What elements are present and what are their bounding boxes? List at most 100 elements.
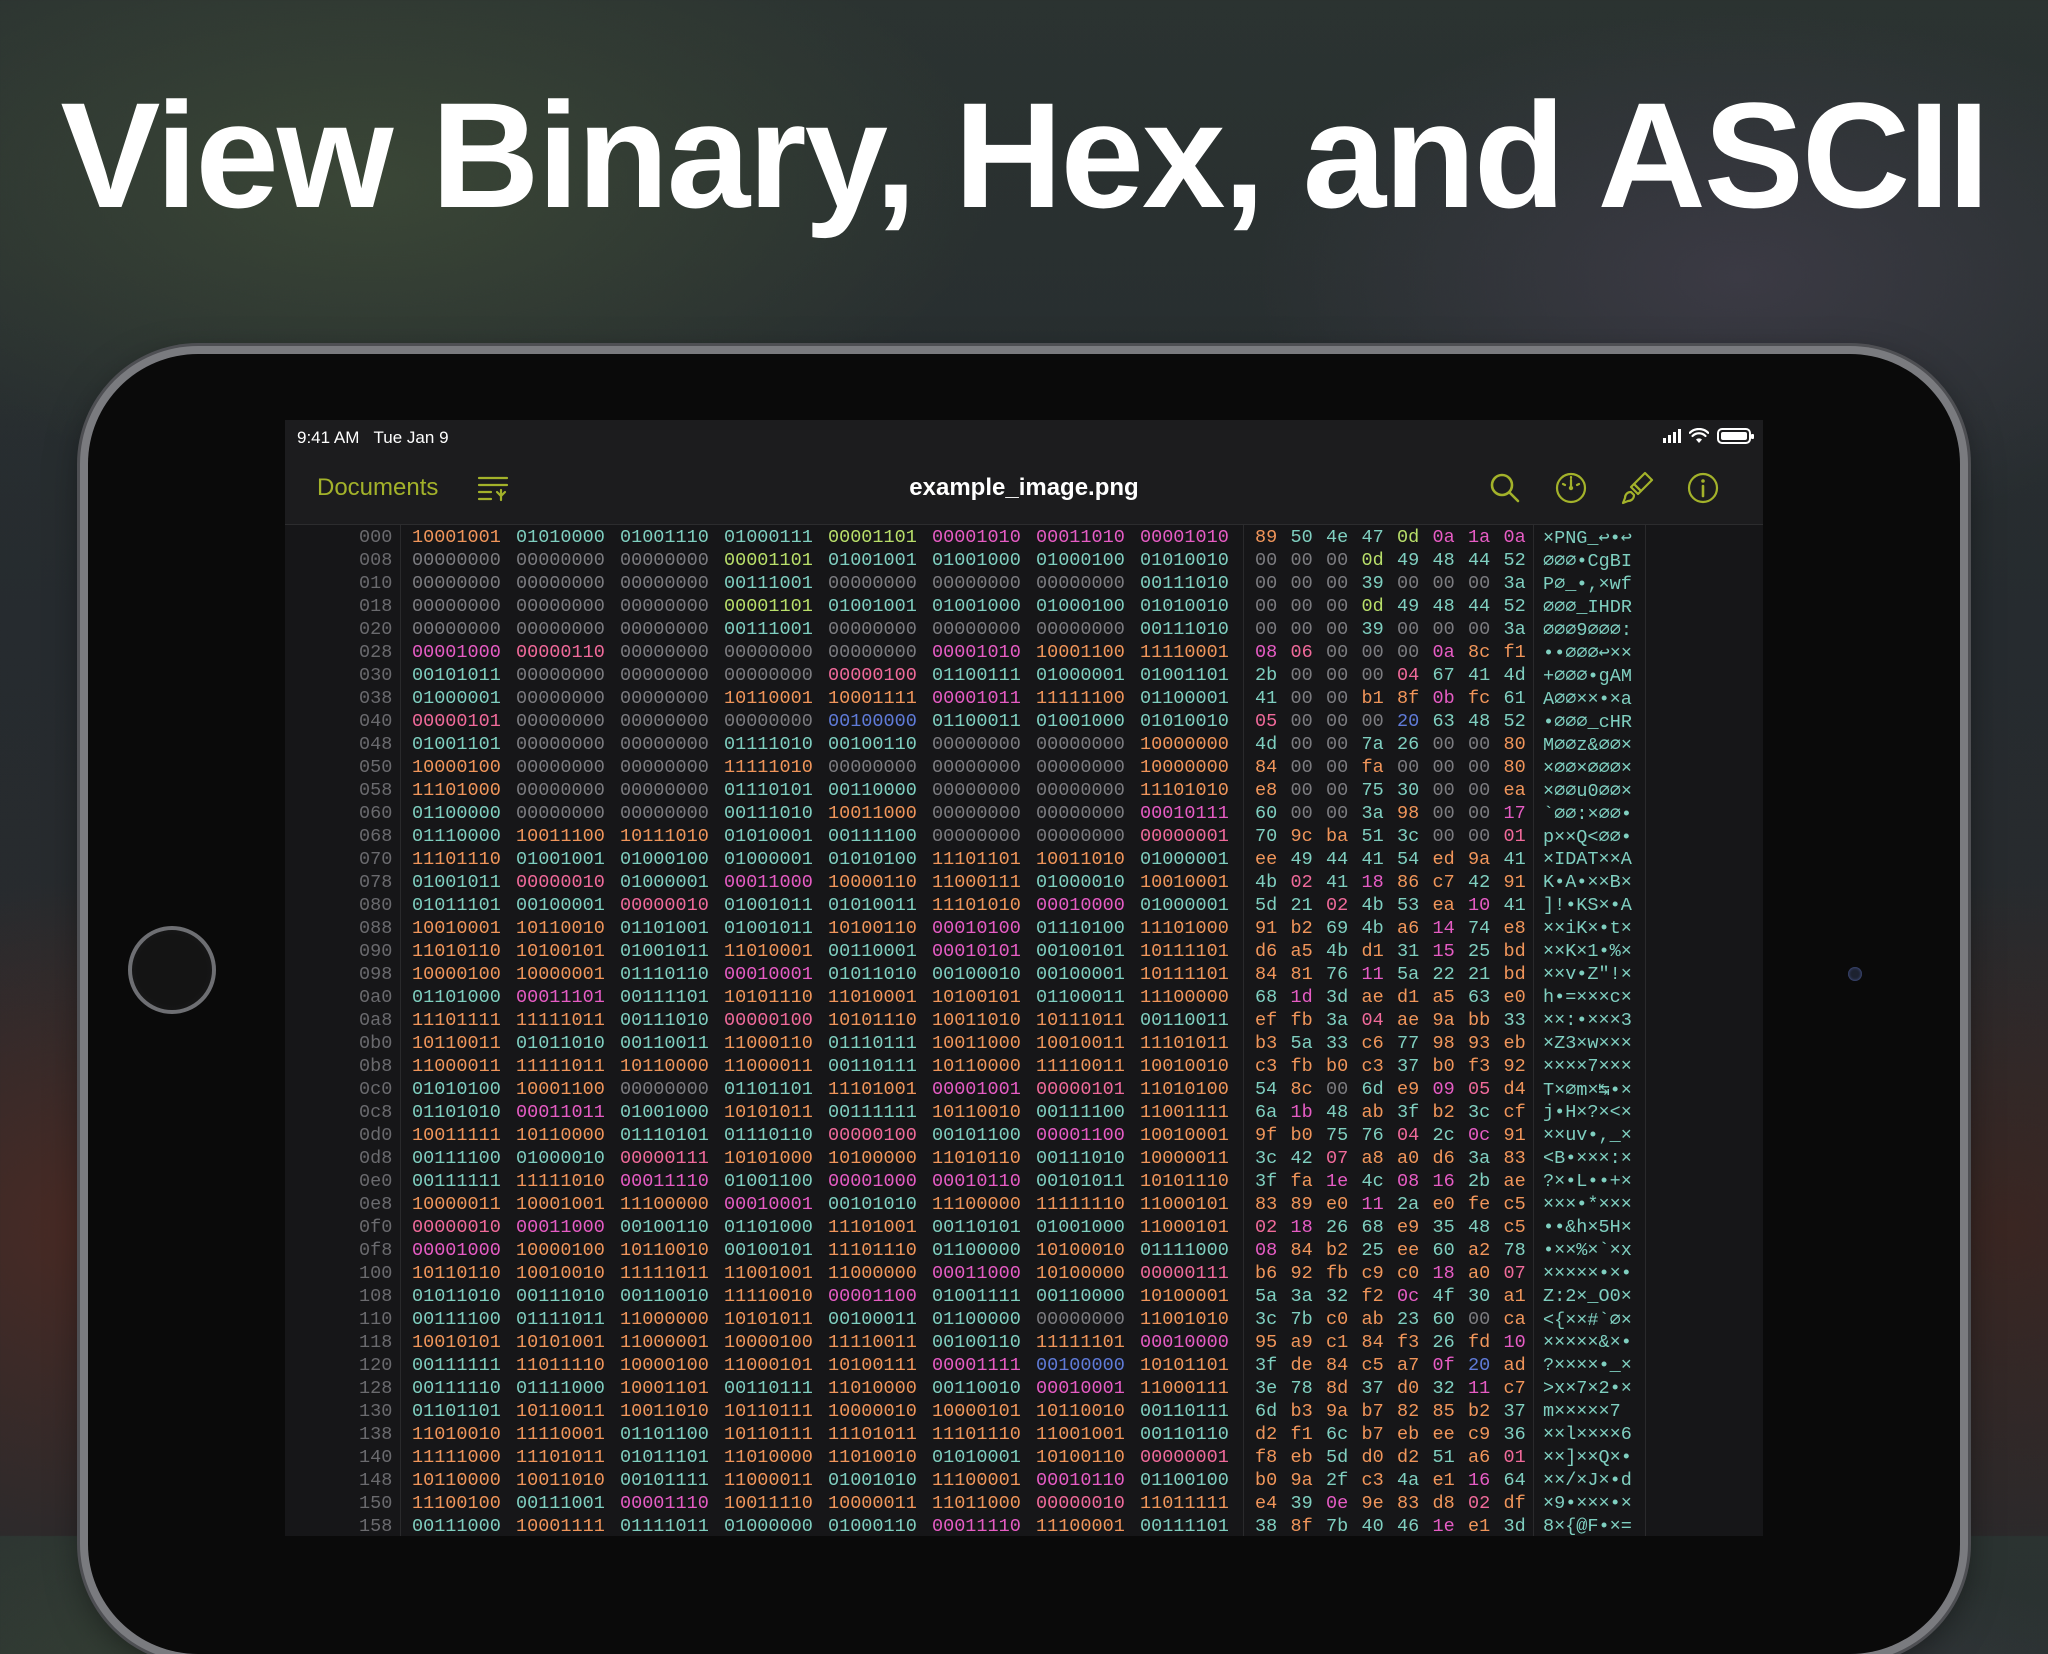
binary-byte[interactable]: 10110000 bbox=[932, 1056, 1021, 1077]
binary-byte[interactable]: 00101011 bbox=[1036, 1171, 1125, 1192]
ascii-text[interactable]: <{××#`⌀× bbox=[1543, 1309, 1632, 1331]
binary-byte[interactable]: 01010000 bbox=[516, 527, 605, 548]
hex-byte[interactable]: 50 bbox=[1291, 527, 1313, 548]
hex-byte[interactable]: 00 bbox=[1468, 757, 1490, 778]
binary-byte[interactable]: 10001111 bbox=[828, 688, 917, 709]
binary-byte[interactable]: 00000000 bbox=[1036, 803, 1125, 824]
hex-byte[interactable]: 07 bbox=[1504, 1263, 1526, 1284]
hex-byte[interactable]: 04 bbox=[1397, 665, 1419, 686]
hex-byte[interactable]: 08 bbox=[1255, 1240, 1277, 1261]
binary-byte[interactable]: 01001000 bbox=[620, 1102, 709, 1123]
hex-byte[interactable]: 53 bbox=[1397, 895, 1419, 916]
hex-byte[interactable]: 18 bbox=[1433, 1263, 1455, 1284]
hex-byte[interactable]: 0a bbox=[1433, 642, 1455, 663]
hex-byte[interactable]: 22 bbox=[1433, 964, 1455, 985]
hex-byte[interactable]: e8 bbox=[1504, 918, 1526, 939]
binary-byte[interactable]: 00100000 bbox=[1036, 1355, 1125, 1376]
hex-byte[interactable]: d6 bbox=[1255, 941, 1277, 962]
binary-byte[interactable]: 11111011 bbox=[620, 1263, 709, 1284]
binary-byte[interactable]: 00001100 bbox=[828, 1286, 917, 1307]
hex-byte[interactable]: b2 bbox=[1326, 1240, 1348, 1261]
hex-byte[interactable]: ed bbox=[1433, 849, 1455, 870]
binary-byte[interactable]: 10100001 bbox=[1140, 1286, 1229, 1307]
binary-byte[interactable]: 01001000 bbox=[932, 550, 1021, 571]
binary-byte[interactable]: 00000000 bbox=[516, 688, 605, 709]
hex-byte[interactable]: 17 bbox=[1504, 803, 1526, 824]
binary-byte[interactable]: 00000000 bbox=[516, 550, 605, 571]
hex-byte[interactable]: a6 bbox=[1397, 918, 1419, 939]
hex-byte[interactable]: 16 bbox=[1468, 1470, 1490, 1491]
binary-byte[interactable]: 10101110 bbox=[828, 1010, 917, 1031]
binary-byte[interactable]: 00000000 bbox=[1036, 619, 1125, 640]
binary-byte[interactable]: 00110010 bbox=[620, 1286, 709, 1307]
binary-byte[interactable]: 01110110 bbox=[724, 1125, 813, 1146]
binary-byte[interactable]: 00111100 bbox=[412, 1309, 501, 1330]
hex-byte[interactable]: 00 bbox=[1326, 1079, 1348, 1100]
binary-byte[interactable]: 11001001 bbox=[1036, 1424, 1125, 1445]
hex-byte[interactable]: 25 bbox=[1362, 1240, 1384, 1261]
binary-byte[interactable]: 00011011 bbox=[516, 1102, 605, 1123]
hex-byte[interactable]: e1 bbox=[1468, 1516, 1490, 1536]
binary-byte[interactable]: 10000011 bbox=[828, 1493, 917, 1514]
hex-byte[interactable]: 00 bbox=[1291, 596, 1313, 617]
hex-byte[interactable]: b3 bbox=[1255, 1033, 1277, 1054]
hex-byte[interactable]: 38 bbox=[1255, 1516, 1277, 1536]
hex-byte[interactable]: ea bbox=[1504, 780, 1526, 801]
binary-byte[interactable]: 01000001 bbox=[1140, 895, 1229, 916]
binary-byte[interactable]: 00011000 bbox=[724, 872, 813, 893]
binary-byte[interactable]: 10100000 bbox=[1036, 1263, 1125, 1284]
binary-byte[interactable]: 00000000 bbox=[516, 596, 605, 617]
binary-byte[interactable]: 00000000 bbox=[724, 711, 813, 732]
hex-byte[interactable]: 6d bbox=[1362, 1079, 1384, 1100]
hex-byte[interactable]: 4b bbox=[1326, 941, 1348, 962]
hex-byte[interactable]: fd bbox=[1468, 1332, 1490, 1353]
binary-byte[interactable]: 10110010 bbox=[932, 1102, 1021, 1123]
binary-byte[interactable]: 01001000 bbox=[1036, 1217, 1125, 1238]
binary-byte[interactable]: 01001011 bbox=[412, 872, 501, 893]
list-filter-icon[interactable] bbox=[475, 470, 511, 506]
ascii-text[interactable]: ×××××•×• bbox=[1543, 1263, 1632, 1284]
binary-byte[interactable]: 01110110 bbox=[620, 964, 709, 985]
hex-byte[interactable]: 0c bbox=[1468, 1125, 1490, 1146]
binary-byte[interactable]: 11100000 bbox=[1140, 987, 1229, 1008]
binary-byte[interactable]: 00000010 bbox=[516, 872, 605, 893]
binary-byte[interactable]: 00000010 bbox=[1036, 1493, 1125, 1514]
hex-byte[interactable]: de bbox=[1291, 1355, 1313, 1376]
binary-byte[interactable]: 11111010 bbox=[516, 1171, 605, 1192]
hex-byte[interactable]: 00 bbox=[1255, 550, 1277, 571]
hex-byte[interactable]: 93 bbox=[1468, 1033, 1490, 1054]
hex-byte[interactable]: 91 bbox=[1255, 918, 1277, 939]
hex-byte[interactable]: fb bbox=[1291, 1010, 1313, 1031]
binary-byte[interactable]: 00000111 bbox=[620, 1148, 709, 1169]
hex-byte[interactable]: 6d bbox=[1255, 1401, 1277, 1422]
hex-byte[interactable]: 84 bbox=[1255, 757, 1277, 778]
binary-byte[interactable]: 01100000 bbox=[932, 1309, 1021, 1330]
hex-byte[interactable]: 16 bbox=[1433, 1171, 1455, 1192]
hex-byte[interactable]: 8f bbox=[1397, 688, 1419, 709]
binary-byte[interactable]: 11101001 bbox=[828, 1217, 917, 1238]
binary-byte[interactable]: 10111101 bbox=[1140, 964, 1229, 985]
hex-byte[interactable]: a9 bbox=[1291, 1332, 1313, 1353]
binary-byte[interactable]: 11101011 bbox=[1140, 1033, 1229, 1054]
ascii-text[interactable]: p××Q<⌀⌀• bbox=[1543, 826, 1632, 848]
binary-byte[interactable]: 00000000 bbox=[516, 780, 605, 801]
binary-byte[interactable]: 00111001 bbox=[516, 1493, 605, 1514]
binary-byte[interactable]: 00000000 bbox=[932, 803, 1021, 824]
hex-byte[interactable]: 61 bbox=[1504, 688, 1526, 709]
binary-byte[interactable]: 00000000 bbox=[828, 573, 917, 594]
binary-byte[interactable]: 00100001 bbox=[1036, 964, 1125, 985]
hex-byte[interactable]: bd bbox=[1504, 941, 1526, 962]
hex-byte[interactable]: 00 bbox=[1291, 757, 1313, 778]
hex-byte[interactable]: 85 bbox=[1433, 1401, 1455, 1422]
binary-byte[interactable]: 00111000 bbox=[412, 1516, 501, 1536]
hex-byte[interactable]: 4e bbox=[1326, 527, 1348, 548]
binary-byte[interactable]: 11100000 bbox=[932, 1194, 1021, 1215]
binary-byte[interactable]: 00011101 bbox=[516, 987, 605, 1008]
hex-byte[interactable]: 00 bbox=[1291, 573, 1313, 594]
binary-byte[interactable]: 11101110 bbox=[828, 1240, 917, 1261]
hex-byte[interactable]: 49 bbox=[1397, 596, 1419, 617]
hex-byte[interactable]: 3d bbox=[1504, 1516, 1526, 1536]
binary-byte[interactable]: 01010100 bbox=[828, 849, 917, 870]
ascii-text[interactable]: `⌀⌀:×⌀⌀• bbox=[1543, 803, 1632, 825]
ascii-text[interactable]: ××:•×××3 bbox=[1543, 1010, 1632, 1031]
